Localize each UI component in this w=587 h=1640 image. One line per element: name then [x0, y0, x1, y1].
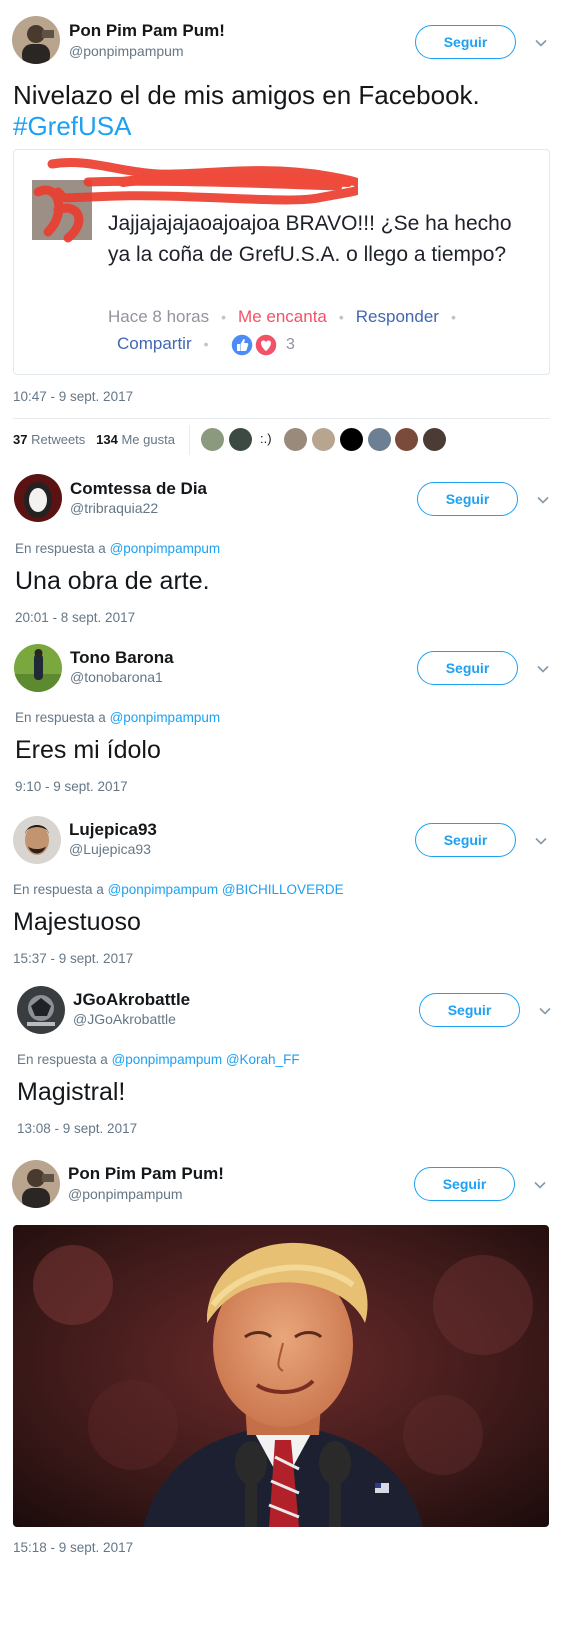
reply-context: En respuesta a @ponpimpampum — [15, 710, 221, 725]
display-name[interactable]: Lujepica93 — [69, 820, 157, 840]
follow-button[interactable]: Seguir — [419, 993, 520, 1027]
reply-text: Una obra de arte. — [15, 567, 210, 595]
retweets-stat[interactable]: 37 Retweets — [13, 432, 85, 447]
tweet-text: Nivelazo el de mis amigos en Facebook. #… — [13, 80, 553, 142]
chevron-down-icon[interactable] — [536, 662, 550, 676]
embedded-facebook-screenshot[interactable]: Jajjajajajaoajoajoa BRAVO!!! ¿Se ha hech… — [13, 149, 550, 375]
likes-stat[interactable]: 134 Me gusta — [96, 432, 175, 447]
tweet-timestamp[interactable]: 20:01 - 8 sept. 2017 — [15, 610, 135, 625]
tweet-timestamp[interactable]: 15:37 - 9 sept. 2017 — [13, 951, 133, 966]
chevron-down-icon[interactable] — [538, 1004, 552, 1018]
reply-context: En respuesta a @ponpimpampum @Korah_FF — [17, 1052, 300, 1067]
follow-button[interactable]: Seguir — [415, 823, 516, 857]
handle[interactable]: @ponpimpampum — [69, 43, 184, 59]
avatar[interactable] — [13, 816, 61, 864]
avatar[interactable] — [14, 644, 62, 692]
reply-context: En respuesta a @ponpimpampum — [15, 541, 221, 556]
avatar[interactable] — [14, 474, 62, 522]
chevron-down-icon[interactable] — [534, 834, 548, 848]
divider — [13, 418, 550, 419]
follow-button[interactable]: Seguir — [414, 1167, 515, 1201]
follow-button[interactable]: Seguir — [417, 482, 518, 516]
reply-text: Majestuoso — [13, 908, 141, 936]
stats-divider — [189, 425, 190, 455]
hashtag-link[interactable]: #GrefUSA — [13, 111, 132, 141]
tweet-text-body: Nivelazo el de mis amigos en Facebook. — [13, 80, 480, 110]
love-reaction-icon — [254, 333, 278, 357]
facebook-comment-text: Jajjajajajaoajoajoa BRAVO!!! ¿Se ha hech… — [108, 212, 512, 266]
handle[interactable]: @tonobarona1 — [70, 669, 163, 685]
tweet-timestamp[interactable]: 15:18 - 9 sept. 2017 — [13, 1540, 133, 1555]
facebook-comment-actions: Hace 8 horas • Me encanta • Responder • — [108, 307, 456, 326]
handle[interactable]: @Lujepica93 — [69, 841, 151, 857]
mention-link[interactable]: @ponpimpampum @BICHILLOVERDE — [108, 882, 344, 897]
liker-avatar[interactable] — [423, 428, 446, 451]
display-name[interactable]: Pon Pim Pam Pum! — [68, 1164, 224, 1184]
display-name[interactable]: JGoAkrobattle — [73, 990, 190, 1010]
facebook-share-link: Compartir — [117, 334, 192, 353]
tweet-stats: 37 Retweets 134 Me gusta — [13, 432, 175, 447]
liker-avatar[interactable] — [368, 428, 391, 451]
liker-avatar[interactable] — [312, 428, 335, 451]
tweet-photo[interactable] — [13, 1225, 549, 1527]
facebook-love-link: Me encanta — [238, 307, 327, 326]
tweet-timestamp[interactable]: 13:08 - 9 sept. 2017 — [17, 1121, 137, 1136]
liker-avatar[interactable] — [229, 428, 252, 451]
mention-link[interactable]: @ponpimpampum — [110, 541, 221, 556]
mention-link[interactable]: @ponpimpampum — [110, 710, 221, 725]
tweet-timestamp[interactable]: 9:10 - 9 sept. 2017 — [15, 779, 128, 794]
chevron-down-icon[interactable] — [534, 36, 548, 50]
liker-avatar[interactable] — [340, 428, 363, 451]
follow-button[interactable]: Seguir — [415, 25, 516, 59]
like-reaction-icon — [230, 333, 254, 357]
reply-text: Eres mi ídolo — [15, 736, 161, 764]
liker-avatar-text[interactable]: :.) — [260, 431, 272, 446]
display-name[interactable]: Tono Barona — [70, 648, 174, 668]
handle[interactable]: @ponpimpampum — [68, 1186, 183, 1202]
handle[interactable]: @JGoAkrobattle — [73, 1011, 176, 1027]
reply-context: En respuesta a @ponpimpampum @BICHILLOVE… — [13, 882, 344, 897]
display-name[interactable]: Comtessa de Dia — [70, 479, 207, 499]
display-name[interactable]: Pon Pim Pam Pum! — [69, 21, 225, 41]
chevron-down-icon[interactable] — [536, 493, 550, 507]
facebook-comment-actions-row2: Compartir • — [117, 334, 209, 353]
liker-avatar[interactable] — [395, 428, 418, 451]
avatar[interactable] — [17, 986, 65, 1034]
handle[interactable]: @tribraquia22 — [70, 500, 158, 516]
avatar[interactable] — [12, 1160, 60, 1208]
mention-link[interactable]: @ponpimpampum @Korah_FF — [112, 1052, 300, 1067]
liker-avatar[interactable] — [201, 428, 224, 451]
follow-button[interactable]: Seguir — [417, 651, 518, 685]
chevron-down-icon[interactable] — [533, 1178, 547, 1192]
avatar[interactable] — [12, 16, 60, 64]
facebook-comment-time: Hace 8 horas — [108, 307, 210, 326]
facebook-reaction-count: 3 — [286, 336, 295, 353]
facebook-reply-link: Responder — [355, 307, 439, 326]
reply-text: Magistral! — [17, 1078, 126, 1106]
liker-avatar[interactable] — [284, 428, 307, 451]
tweet-timestamp[interactable]: 10:47 - 9 sept. 2017 — [13, 389, 133, 404]
